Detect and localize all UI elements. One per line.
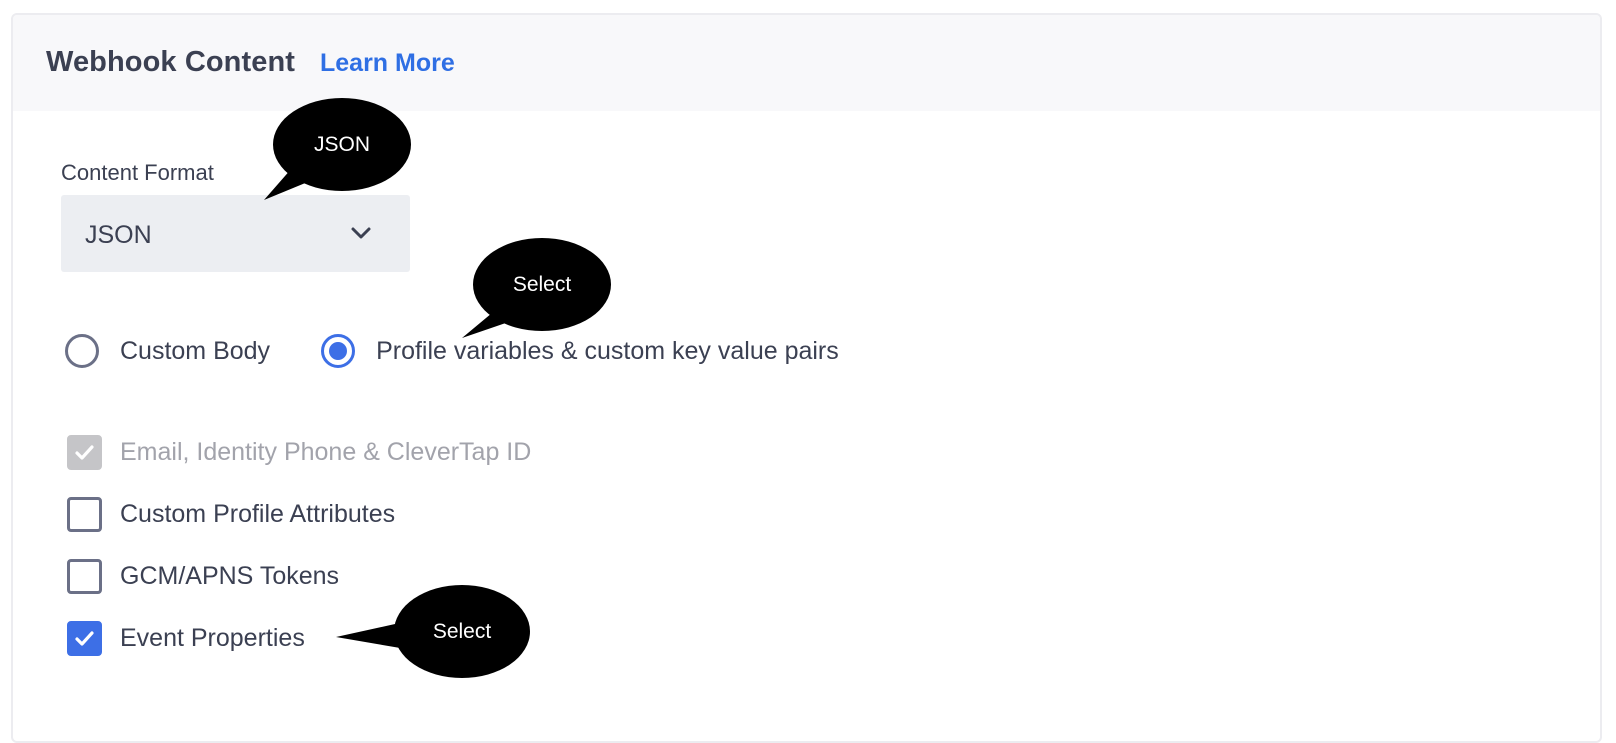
callout-bubble-format: JSON (273, 98, 411, 191)
callout-bubble-radio: Select (473, 238, 611, 331)
callout-tails (264, 168, 532, 650)
callout-bubble-checkbox: Select (394, 585, 530, 678)
